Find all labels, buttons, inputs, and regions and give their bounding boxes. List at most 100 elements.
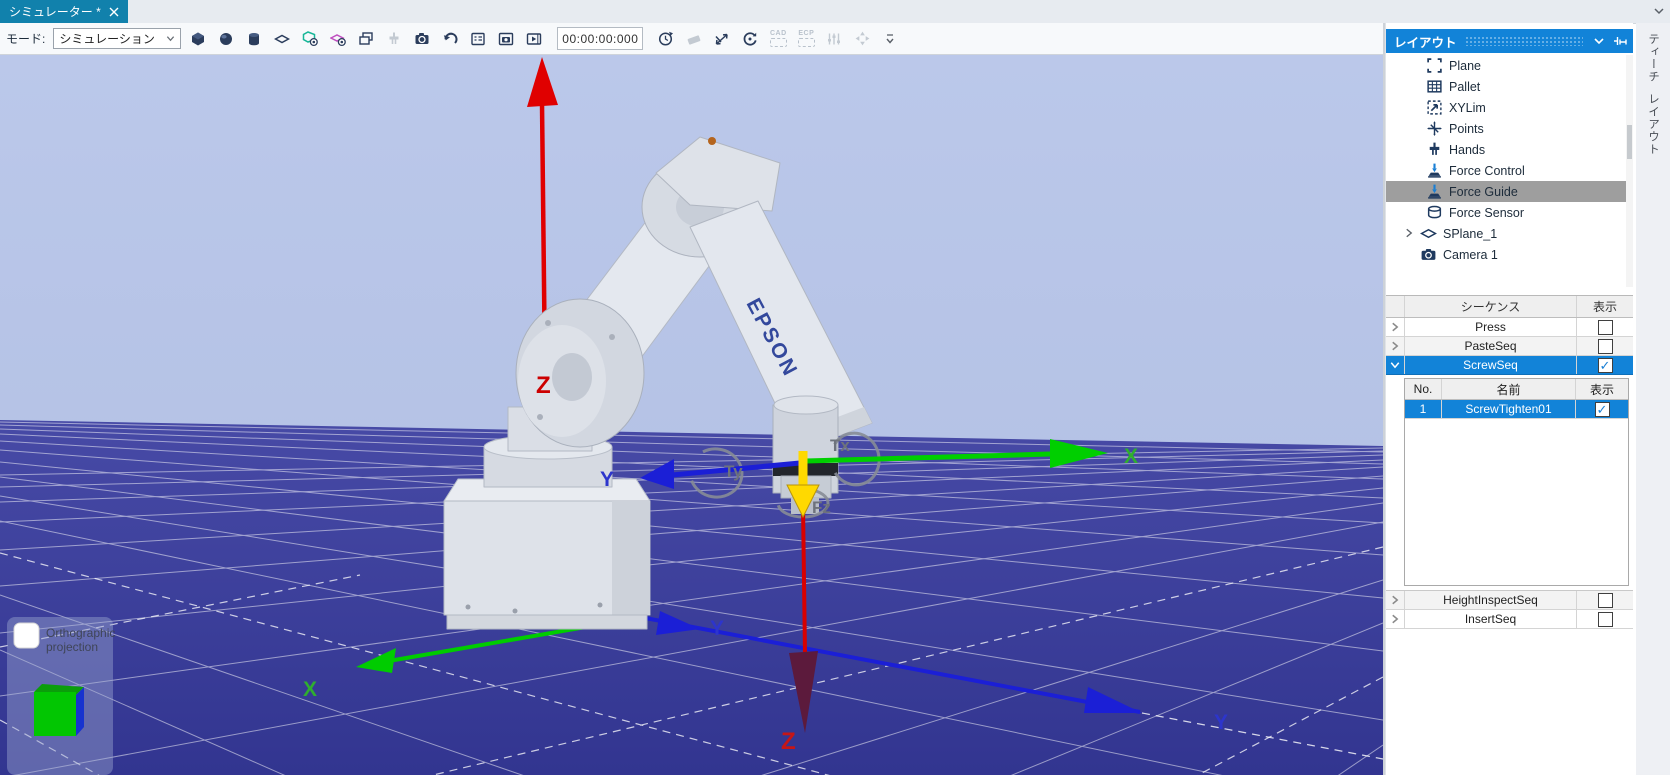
snapshot-icon[interactable] — [495, 28, 517, 50]
sequence-detail-table: No. 名前 表示 1 ScrewTighten01 — [1404, 378, 1629, 586]
toolbar-overflow-icon[interactable] — [879, 28, 901, 50]
sequence-row-press[interactable]: Press — [1386, 318, 1633, 337]
plane-icon[interactable] — [271, 28, 293, 50]
layout-item-label: SPlane_1 — [1443, 226, 1498, 241]
show-column-header: 表示 — [1592, 300, 1617, 314]
layout-item-label: Force Guide — [1449, 184, 1518, 199]
gripper-icon[interactable] — [383, 28, 405, 50]
orientation-cube[interactable] — [34, 684, 84, 736]
force-control-icon — [1426, 162, 1443, 179]
mode-label: モード: — [6, 32, 46, 46]
rotate-view-icon[interactable] — [739, 28, 761, 50]
force-sensor-icon — [1426, 204, 1443, 221]
cube-icon[interactable] — [187, 28, 209, 50]
show-checkbox[interactable] — [1597, 338, 1613, 354]
sequence-table-tail: HeightInspectSeq InsertSeq — [1386, 590, 1633, 629]
layout-item-label: Plane — [1449, 58, 1481, 73]
layout-item-label: XYLim — [1449, 100, 1486, 115]
show-checkbox[interactable] — [1597, 319, 1613, 335]
layout-item-plane[interactable]: Plane — [1386, 55, 1633, 76]
sequence-row-heightinspectseq[interactable]: HeightInspectSeq — [1386, 591, 1633, 610]
sequence-row-insertseq[interactable]: InsertSeq — [1386, 610, 1633, 629]
view-overlay-panel: Orthographic projection — [7, 617, 115, 775]
plane-visibility-icon[interactable] — [327, 28, 349, 50]
show-checkbox[interactable] — [1597, 611, 1613, 627]
orthographic-label-1: Orthographic — [46, 626, 115, 640]
detail-table-header: No. 名前 表示 — [1405, 379, 1628, 400]
cylinder-icon[interactable] — [243, 28, 265, 50]
tab-title: シミュレーター * — [9, 5, 101, 19]
property-list-icon[interactable] — [467, 28, 489, 50]
y-axis-label-tool: Y — [600, 468, 614, 491]
expand-chevron-icon[interactable] — [1389, 594, 1401, 606]
hands-icon — [1426, 141, 1443, 158]
cad-icon[interactable]: CAD — [767, 28, 789, 50]
layout-item-force-sensor[interactable]: Force Sensor — [1386, 202, 1633, 223]
sequence-name: InsertSeq — [1405, 610, 1577, 628]
sequence-row-pasteseq[interactable]: PasteSeq — [1386, 337, 1633, 356]
show-column-header: 表示 — [1589, 382, 1614, 397]
layout-item-camera[interactable]: Camera 1 — [1386, 244, 1633, 265]
show-checkbox[interactable] — [1597, 357, 1613, 373]
xylim-icon — [1426, 99, 1443, 116]
cube-visibility-icon[interactable] — [299, 28, 321, 50]
side-tab-layout[interactable]: レイアウト — [1645, 93, 1661, 156]
sequence-name: HeightInspectSeq — [1405, 591, 1577, 609]
layout-item-points[interactable]: Points — [1386, 118, 1633, 139]
layout-item-label: Camera 1 — [1443, 247, 1498, 262]
layout-item-force-control[interactable]: Force Control — [1386, 160, 1633, 181]
sliders-icon[interactable] — [823, 28, 845, 50]
side-tab-teach[interactable]: ティーチ — [1645, 33, 1661, 83]
navigate-icon[interactable] — [851, 28, 873, 50]
expand-chevron-icon[interactable] — [1389, 340, 1401, 352]
fz-label: Fz — [812, 498, 831, 517]
copy-object-icon[interactable] — [355, 28, 377, 50]
layout-panel-title: レイアウト — [1394, 35, 1457, 50]
ecp-icon[interactable]: ECP — [795, 28, 817, 50]
move-axes-icon[interactable] — [711, 28, 733, 50]
expand-chevron-icon[interactable] — [1389, 321, 1401, 333]
simulator-tab[interactable]: シミュレーター * — [0, 0, 128, 23]
camera-icon[interactable] — [411, 28, 433, 50]
show-checkbox[interactable] — [1594, 401, 1610, 417]
points-icon — [1426, 120, 1443, 137]
sequence-table-header: シーケンス 表示 — [1386, 296, 1633, 318]
detail-row-number: 1 — [1405, 400, 1442, 418]
document-tab-bar: シミュレーター * — [0, 0, 1670, 24]
camera-tree-icon — [1420, 246, 1437, 263]
video-record-icon[interactable] — [523, 28, 545, 50]
detail-row-screwtighten01[interactable]: 1 ScrewTighten01 — [1405, 400, 1628, 419]
eraser-icon[interactable] — [683, 28, 705, 50]
sequence-column-header: シーケンス — [1405, 296, 1577, 317]
expand-chevron-icon[interactable] — [1389, 613, 1401, 625]
show-checkbox[interactable] — [1597, 592, 1613, 608]
collapse-chevron-icon[interactable] — [1389, 359, 1401, 371]
y-axis-label-ground-mid: Y — [710, 617, 724, 640]
mode-select[interactable]: シミュレーション — [53, 28, 182, 49]
orthographic-checkbox[interactable] — [13, 622, 40, 649]
undo-icon[interactable] — [439, 28, 461, 50]
layout-item-force-guide[interactable]: Force Guide — [1386, 181, 1633, 202]
simulator-window: シミュレーター * モード: シミュレーション 00:00:00:000 CAD… — [0, 0, 1670, 775]
layout-item-label: Points — [1449, 121, 1484, 136]
panel-pin-icon[interactable] — [1612, 33, 1628, 49]
sphere-icon[interactable] — [215, 28, 237, 50]
clock-icon[interactable] — [655, 28, 677, 50]
layout-item-xylim[interactable]: XYLim — [1386, 97, 1633, 118]
close-icon[interactable] — [109, 7, 119, 17]
tree-scrollbar[interactable] — [1626, 55, 1633, 287]
layout-item-pallet[interactable]: Pallet — [1386, 76, 1633, 97]
layout-panel-header[interactable]: レイアウト — [1386, 29, 1633, 53]
3d-viewport[interactable]: EPSON Z Z X Y X Y Y Tx Ty Fz Orthographi… — [0, 55, 1383, 775]
expand-chevron-icon[interactable] — [1403, 227, 1417, 241]
sequence-name: PasteSeq — [1405, 337, 1577, 355]
panel-collapse-chevron-icon[interactable] — [1591, 33, 1607, 49]
tabbar-overflow-icon[interactable] — [1652, 4, 1666, 18]
layout-item-hands[interactable]: Hands — [1386, 139, 1633, 160]
splane-icon — [1420, 225, 1437, 242]
tx-label: Tx — [830, 436, 850, 455]
x-axis-label-tool: X — [1124, 445, 1138, 468]
layout-item-label: Force Sensor — [1449, 205, 1525, 220]
sequence-row-screwseq[interactable]: ScrewSeq — [1386, 356, 1633, 375]
layout-item-splane[interactable]: SPlane_1 — [1386, 223, 1633, 244]
